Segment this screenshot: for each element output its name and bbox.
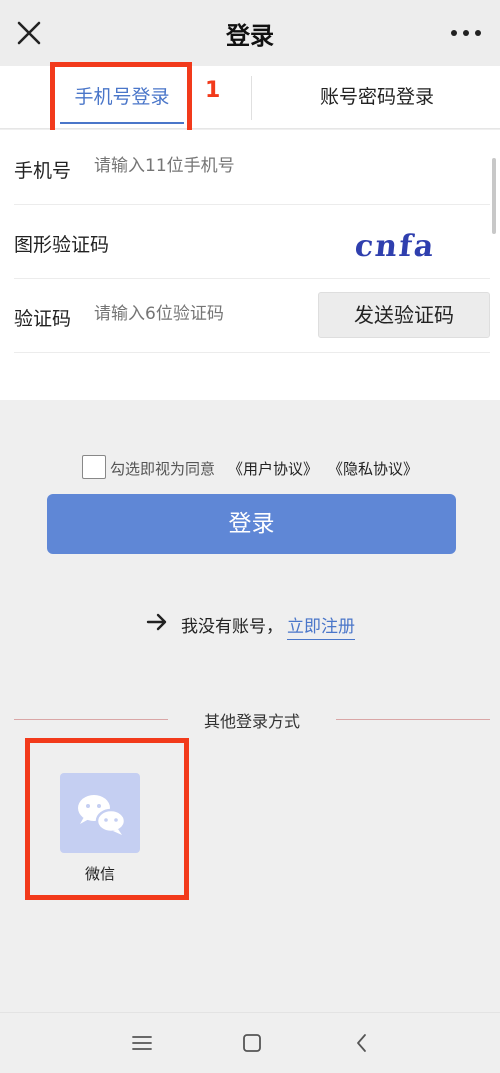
home-icon[interactable] <box>240 1031 264 1055</box>
arrow-right-icon <box>146 612 168 632</box>
captcha-label: 图形验证码 <box>14 234 110 256</box>
captcha-row: 图形验证码 cnfa <box>14 204 490 279</box>
register-link[interactable]: 立即注册 <box>287 612 355 640</box>
phone-label: 手机号 <box>14 160 72 182</box>
back-icon[interactable] <box>350 1031 374 1055</box>
phone-row: 手机号 <box>14 130 490 205</box>
send-code-button[interactable]: 发送验证码 <box>318 292 490 338</box>
annotation-step-number: 1 <box>205 78 221 103</box>
code-input[interactable] <box>94 304 314 324</box>
code-label: 验证码 <box>14 308 72 330</box>
captcha-text: cnfa <box>353 229 437 264</box>
app-header: 登录 <box>0 0 500 66</box>
scrollbar[interactable] <box>492 158 496 234</box>
tab-account-login[interactable]: 账号密码登录 <box>254 66 500 128</box>
tab-divider <box>251 76 252 120</box>
code-row: 验证码 发送验证码 <box>14 278 490 353</box>
annotation-highlight-box <box>25 738 189 900</box>
more-icon[interactable] <box>450 22 482 44</box>
close-icon[interactable] <box>14 18 44 48</box>
menu-icon[interactable] <box>130 1031 154 1055</box>
other-login-title: 其他登录方式 <box>203 712 300 731</box>
login-button[interactable]: 登录 <box>47 494 456 554</box>
divider-line <box>14 719 168 720</box>
phone-input[interactable] <box>94 156 314 176</box>
divider-line <box>336 719 490 720</box>
tab-label: 账号密码登录 <box>319 86 434 108</box>
register-prompt: 我没有账号， <box>181 617 283 637</box>
annotation-highlight-box <box>50 62 192 136</box>
captcha-image[interactable]: cnfa <box>350 218 460 266</box>
login-form: 手机号 图形验证码 cnfa 验证码 发送验证码 <box>0 130 500 400</box>
system-navbar <box>0 1012 500 1073</box>
page-title: 登录 <box>226 22 274 50</box>
privacy-agreement-link[interactable]: 《隐私协议》 <box>328 458 418 479</box>
agreement-text: 勾选即视为同意 <box>110 460 216 478</box>
agreement-checkbox[interactable] <box>82 455 106 479</box>
user-agreement-link[interactable]: 《用户协议》 <box>228 458 318 479</box>
